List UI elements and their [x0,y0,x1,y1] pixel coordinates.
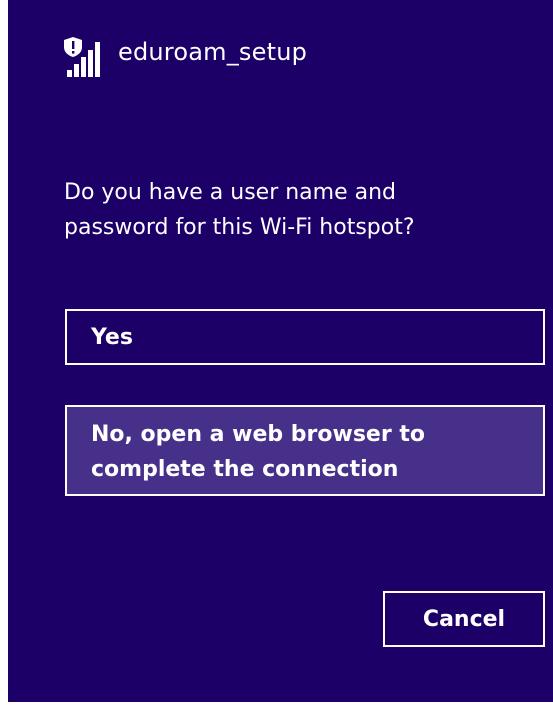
open-browser-option-button[interactable]: No, open a web browser to complete the c… [65,405,545,496]
open-browser-option-label: No, open a web browser to complete the c… [91,421,425,482]
wifi-connect-panel: eduroam_setup Do you have a user name an… [8,0,553,702]
cancel-button[interactable]: Cancel [383,591,545,647]
network-name: eduroam_setup [118,38,308,66]
network-header: eduroam_setup [64,36,307,80]
cancel-button-label: Cancel [422,606,506,632]
yes-option-button[interactable]: Yes [65,309,545,365]
connection-prompt: Do you have a user name and password for… [64,180,415,240]
wifi-signal-shield-icon [64,36,118,80]
yes-option-label: Yes [91,324,133,350]
